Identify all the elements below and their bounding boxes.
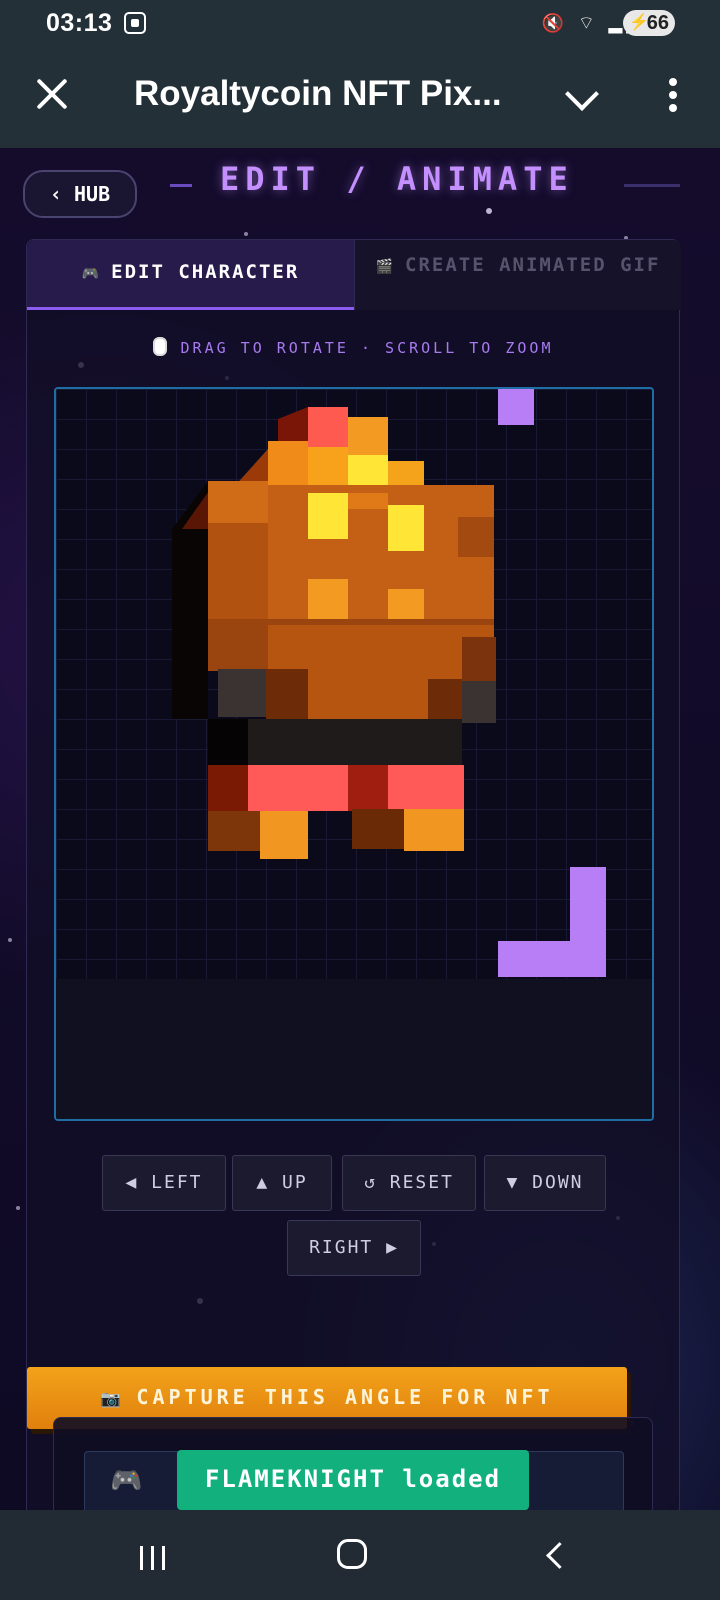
chevron-down-icon[interactable] <box>565 77 599 111</box>
controller-icon: 🎮 <box>110 1466 143 1496</box>
capture-label: CAPTURE THIS ANGLE FOR NFT <box>136 1385 554 1409</box>
editor-panel: 🎮 EDIT CHARACTER 🎬 CREATE ANIMATED GIF DRA… <box>26 239 681 1510</box>
tab-label: EDIT CHARACTER <box>111 261 300 283</box>
gamepad-icon: 🎮 <box>81 266 102 282</box>
star-decoration <box>486 208 492 214</box>
hub-label: HUB <box>73 182 111 206</box>
tab-label: CREATE ANIMATED GIF <box>405 254 661 276</box>
star-decoration <box>244 232 248 236</box>
recent-apps-icon[interactable] <box>140 1546 166 1570</box>
rotate-left-button[interactable]: ◀ LEFT <box>102 1155 226 1211</box>
system-nav-bar <box>0 1510 720 1600</box>
page-title: EDIT / ANIMATE <box>220 160 574 198</box>
screen-record-icon <box>124 12 146 34</box>
page-content: ‹ HUB EDIT / ANIMATE 🎮 EDIT CHARACTER 🎬 CR… <box>0 148 720 1510</box>
viewport-floor <box>56 979 652 1119</box>
star-decoration <box>8 938 12 942</box>
back-icon[interactable] <box>546 1542 573 1569</box>
viewer-hint: DRAG TO ROTATE · SCROLL TO ZOOM <box>27 337 679 357</box>
voxel-character <box>172 407 496 859</box>
home-icon[interactable] <box>337 1539 367 1569</box>
status-bar: 03:13 🔇 ⌔ ▂▄▆ ⚡ 66 <box>0 0 720 48</box>
status-time: 03:13 <box>46 9 113 37</box>
rotate-down-button[interactable]: ▼ DOWN <box>484 1155 606 1211</box>
tab-edit-character[interactable]: 🎮 EDIT CHARACTER <box>27 240 354 310</box>
rotate-up-button[interactable]: ▲ UP <box>232 1155 332 1211</box>
heading-divider <box>624 184 680 187</box>
battery-level: 66 <box>646 12 669 34</box>
chevron-left-icon: ‹ <box>49 182 74 206</box>
more-options-icon[interactable] <box>668 78 678 118</box>
rotate-right-button[interactable]: RIGHT ▶ <box>287 1220 421 1276</box>
toast-notification: FLAMEKNIGHT loaded <box>177 1450 529 1510</box>
star-decoration <box>16 1206 20 1210</box>
clapper-icon: 🎬 <box>375 259 396 275</box>
close-icon[interactable] <box>34 76 70 112</box>
hub-back-button[interactable]: ‹ HUB <box>23 170 137 218</box>
app-title: Royaltycoin NFT Pix... <box>134 74 502 113</box>
camera-icon: 📷 <box>100 1389 125 1408</box>
app-bar: Royaltycoin NFT Pix... <box>0 48 720 148</box>
reset-view-button[interactable]: ↺ RESET <box>342 1155 476 1211</box>
mouse-icon <box>152 337 167 356</box>
tab-create-gif[interactable]: 🎬 CREATE ANIMATED GIF <box>354 240 681 310</box>
character-3d-viewport[interactable] <box>54 387 654 1121</box>
battery-indicator: ⚡ 66 <box>623 10 675 36</box>
heading-divider <box>170 184 192 187</box>
charging-icon: ⚡ <box>629 14 649 31</box>
hint-text: DRAG TO ROTATE · SCROLL TO ZOOM <box>180 339 554 357</box>
